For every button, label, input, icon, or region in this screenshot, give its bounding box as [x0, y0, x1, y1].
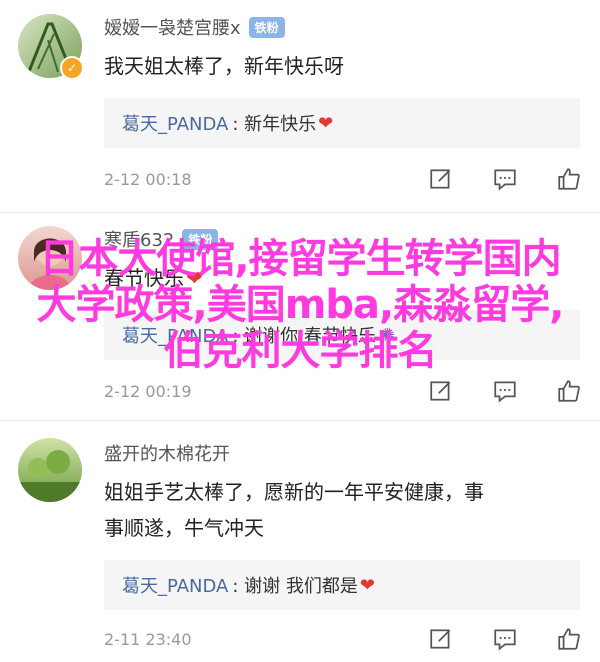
thumbs-up-icon[interactable] — [556, 166, 582, 192]
comment-text: 我天姐太棒了，新年快乐呀 — [104, 54, 344, 78]
username[interactable]: 嫒嫒一袅楚宫腰x — [104, 14, 241, 40]
avatar[interactable] — [18, 438, 82, 502]
timestamp: 2-12 00:19 — [104, 382, 192, 401]
heart-icon: ❤ — [359, 574, 375, 596]
reply-username[interactable]: 葛天_PANDA — [122, 572, 228, 598]
edit-icon[interactable] — [428, 166, 454, 192]
reply-box[interactable]: 葛天_PANDA : 谢谢 我们都是 ❤ — [104, 560, 580, 610]
comment-text-line: 事顺遂，牛气冲天 — [104, 516, 264, 540]
verified-icon: ✓ — [60, 56, 84, 80]
edit-icon[interactable] — [428, 626, 454, 652]
reply-text: : 谢谢 我们都是 — [232, 576, 358, 597]
fan-badge: 铁粉 — [248, 16, 285, 38]
edit-icon[interactable] — [428, 378, 454, 404]
comment-icon[interactable] — [492, 378, 518, 404]
timestamp: 2-11 23:40 — [104, 630, 192, 649]
heart-icon: ❤ — [318, 112, 334, 134]
comment-text: 姐姐手艺太棒了，愿新的一年平安健康，事 事顺遂，牛气冲天 — [104, 474, 584, 546]
comment-icon[interactable] — [492, 166, 518, 192]
comment-text-line: 姐姐手艺太棒了，愿新的一年平安健康，事 — [104, 480, 484, 504]
username[interactable]: 盛开的木棉花开 — [104, 440, 230, 466]
reply-box[interactable]: 葛天_PANDA : 新年快乐 ❤ — [104, 98, 580, 148]
reply-text: : 新年快乐 — [232, 114, 317, 135]
timestamp: 2-12 00:18 — [104, 170, 192, 189]
divider — [0, 420, 600, 421]
overlay-banner-text: 日本大使馆,接留学生转学国内大学政策,美国mba,森淼留学,伯克利大学排名 — [36, 236, 565, 374]
comment-icon[interactable] — [492, 626, 518, 652]
reply-username[interactable]: 葛天_PANDA — [122, 110, 228, 136]
divider — [0, 212, 600, 213]
thumbs-up-icon[interactable] — [556, 378, 582, 404]
thumbs-up-icon[interactable] — [556, 626, 582, 652]
